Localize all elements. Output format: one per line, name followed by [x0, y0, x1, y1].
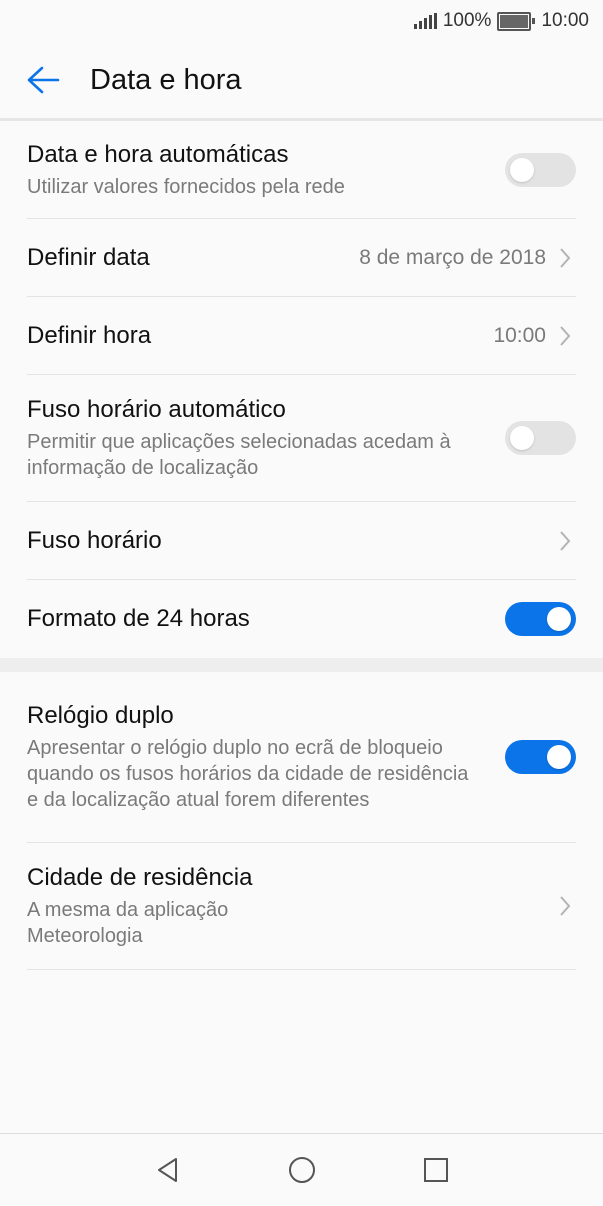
- auto-timezone-toggle[interactable]: [505, 421, 576, 455]
- set-time-value: 10:00: [493, 323, 546, 347]
- format-24h-label: Formato de 24 horas: [27, 605, 250, 632]
- chevron-right-icon: [560, 247, 571, 268]
- battery-percent: 100%: [442, 10, 492, 31]
- dual-clock-sub: Apresentar o relógio duplo no ecrã de bl…: [27, 737, 469, 811]
- auto-datetime-label: Data e hora automáticas: [27, 140, 289, 168]
- set-date-row[interactable]: Definir data 8 de março de 2018: [27, 219, 576, 297]
- format-24h-row[interactable]: Formato de 24 horas: [27, 580, 576, 658]
- auto-timezone-row[interactable]: Fuso horário automático Permitir que apl…: [27, 375, 576, 502]
- recents-square-icon: [423, 1158, 448, 1182]
- battery-icon: [497, 11, 536, 31]
- dual-clock-label: Relógio duplo: [27, 702, 174, 729]
- page-title: Data e hora: [90, 63, 242, 96]
- settings-list: Data e hora automáticas Utilizar valores…: [0, 121, 603, 970]
- clock: 10:00: [541, 10, 589, 31]
- app-bar: Data e hora: [0, 42, 603, 118]
- arrow-left-icon: [27, 66, 60, 94]
- format-24h-toggle[interactable]: [505, 602, 576, 636]
- home-city-label: Cidade de residência: [27, 864, 253, 891]
- auto-datetime-sub: Utilizar valores fornecidos pela rede: [27, 175, 345, 198]
- status-bar: 100% 10:00: [0, 0, 603, 42]
- nav-recents-button[interactable]: [369, 1134, 503, 1206]
- auto-datetime-row[interactable]: Data e hora automáticas Utilizar valores…: [27, 121, 576, 219]
- set-date-value: 8 de março de 2018: [359, 245, 546, 269]
- auto-timezone-sub: Permitir que aplicações selecionadas ace…: [27, 431, 451, 479]
- set-date-label: Definir data: [27, 243, 150, 271]
- chevron-right-icon: [560, 530, 571, 551]
- signal-icon: [413, 13, 437, 29]
- home-circle-icon: [288, 1157, 315, 1183]
- back-triangle-icon: [157, 1158, 177, 1182]
- nav-home-button[interactable]: [235, 1134, 369, 1206]
- back-button[interactable]: [0, 42, 88, 118]
- timezone-row[interactable]: Fuso horário: [27, 502, 576, 580]
- dual-clock-row[interactable]: Relógio duplo Apresentar o relógio duplo…: [27, 672, 576, 843]
- auto-timezone-label: Fuso horário automático: [27, 396, 286, 423]
- auto-datetime-toggle[interactable]: [505, 152, 576, 187]
- nav-back-button[interactable]: [101, 1134, 235, 1206]
- chevron-right-icon: [560, 325, 571, 346]
- home-city-sub: A mesma da aplicação Meteorologia: [27, 899, 229, 947]
- chevron-right-icon: [560, 896, 571, 916]
- section-divider: [0, 658, 603, 672]
- home-city-row[interactable]: Cidade de residência A mesma da aplicaçã…: [27, 843, 576, 970]
- dual-clock-toggle[interactable]: [505, 740, 576, 774]
- set-time-label: Definir hora: [27, 321, 152, 349]
- timezone-label: Fuso horário: [27, 526, 162, 554]
- navigation-bar: [0, 1133, 603, 1206]
- set-time-row[interactable]: Definir hora 10:00: [27, 297, 576, 375]
